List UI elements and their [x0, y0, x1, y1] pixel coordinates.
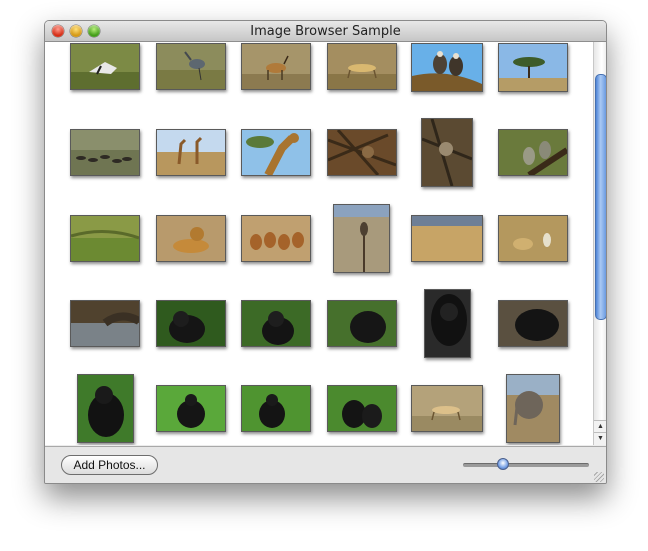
add-photos-button[interactable]: Add Photos... — [61, 455, 158, 475]
photo-thumbnail[interactable] — [498, 215, 568, 262]
vertical-scrollbar[interactable]: ▲ ▼ — [593, 42, 606, 445]
photo-thumbnail[interactable] — [498, 300, 568, 347]
photo-thumbnail[interactable] — [241, 215, 311, 262]
photo-thumbnail[interactable] — [241, 129, 311, 176]
photo-thumbnail[interactable] — [506, 374, 560, 443]
window-title: Image Browser Sample — [250, 24, 401, 39]
resize-grip-icon[interactable] — [594, 472, 604, 482]
photo-thumbnail[interactable] — [241, 385, 311, 432]
photo-thumbnail[interactable] — [411, 43, 483, 92]
photo-thumbnail[interactable] — [156, 300, 226, 347]
photo-thumbnail[interactable] — [156, 385, 226, 432]
zoom-slider-knob[interactable] — [497, 458, 509, 470]
photo-thumbnail[interactable] — [156, 215, 226, 262]
app-window: Image Browser Sample ▲ ▼ Add Photos... — [44, 20, 607, 484]
bottom-bar: Add Photos... — [45, 446, 606, 483]
photo-thumbnail[interactable] — [421, 118, 473, 187]
photo-thumbnail[interactable] — [70, 215, 140, 262]
photo-thumbnail[interactable] — [327, 129, 397, 176]
photo-thumbnail[interactable] — [241, 43, 311, 90]
photo-thumbnail[interactable] — [333, 204, 390, 273]
photo-thumbnail[interactable] — [70, 300, 140, 347]
image-browser-grid[interactable] — [45, 42, 593, 445]
photo-thumbnail[interactable] — [327, 300, 397, 347]
zoom-slider-track[interactable] — [463, 463, 589, 467]
photo-thumbnail[interactable] — [70, 43, 140, 90]
scrollbar-thumb[interactable] — [595, 74, 606, 320]
photo-thumbnail[interactable] — [411, 385, 483, 432]
photo-thumbnail[interactable] — [241, 300, 311, 347]
photo-thumbnail[interactable] — [498, 129, 568, 176]
photo-thumbnail[interactable] — [70, 129, 140, 176]
photo-thumbnail[interactable] — [156, 129, 226, 176]
photo-thumbnail[interactable] — [327, 385, 397, 432]
photo-thumbnail[interactable] — [77, 374, 134, 443]
scroll-down-arrow-icon[interactable]: ▼ — [594, 432, 606, 445]
title-bar[interactable]: Image Browser Sample — [45, 21, 606, 42]
photo-thumbnail[interactable] — [327, 43, 397, 90]
photo-thumbnail[interactable] — [156, 43, 226, 90]
photo-thumbnail[interactable] — [498, 43, 568, 92]
photo-thumbnail[interactable] — [424, 289, 471, 358]
photo-thumbnail[interactable] — [411, 215, 483, 262]
